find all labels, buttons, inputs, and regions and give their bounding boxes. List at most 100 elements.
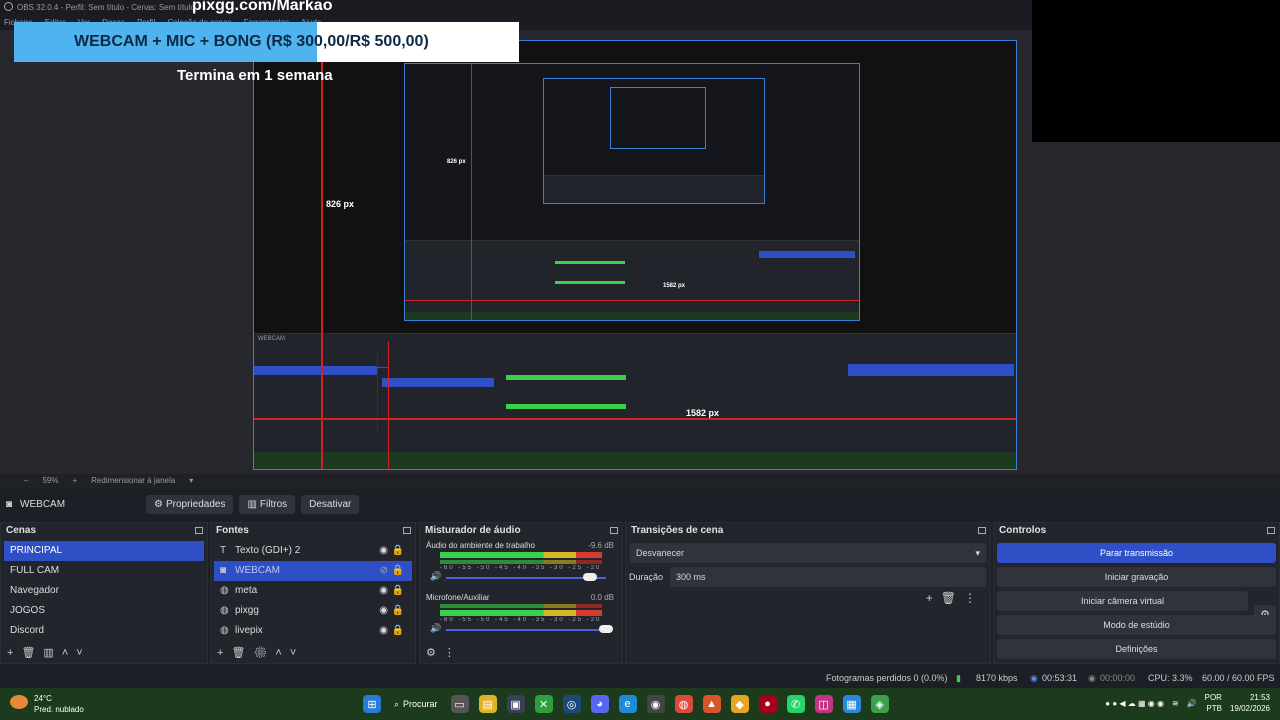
volume-slider[interactable]: 🔊 [426,623,616,635]
volume-knob[interactable] [583,573,597,581]
filter-icon[interactable]: ▥ [43,647,61,659]
app-icon[interactable]: ▦ [842,695,861,713]
whatsapp-icon[interactable]: ✆ [786,695,805,713]
trash-icon[interactable]: 🗑 [231,647,253,659]
eye-icon[interactable]: ◉ [379,621,388,641]
lock-icon[interactable]: 🔒 [392,541,404,561]
obs-icon[interactable]: ◉ [646,695,665,713]
lock-icon[interactable]: 🔒 [392,581,404,601]
chevron-up-icon[interactable]: ˄ [62,647,76,659]
volume-track[interactable] [446,577,606,579]
brave-icon[interactable]: ▲ [702,695,721,713]
start-virtual-camera-button[interactable]: Iniciar câmera virtual [997,591,1248,611]
controls-dock: Controlos Parar transmissão Iniciar grav… [993,522,1280,664]
more-icon[interactable]: ⋮ [444,647,463,659]
store-icon[interactable]: ▣ [506,695,525,713]
speaker-icon[interactable]: 🔊 [430,571,441,582]
zoom-plus[interactable]: + [72,476,77,485]
undock-icon[interactable] [978,527,986,534]
eye-hidden-icon[interactable]: ⊘ [380,561,388,581]
file-explorer-icon[interactable]: ▤ [478,695,497,713]
preview-canvas[interactable]: 826 px 1582 px WEBCAM 1582 px 826 px [253,40,1017,470]
deactivate-button[interactable]: Desativar [301,494,360,514]
globe-icon: ◍ [220,625,229,636]
lock-icon[interactable]: 🔒 [392,601,404,621]
weather-widget[interactable]: 24°C Pred. nublado [10,693,84,715]
scene-item[interactable]: Navegador [4,581,204,601]
speaker-icon[interactable]: 🔊 [430,623,441,634]
volume-slider[interactable]: 🔊 [426,571,616,583]
language-indicator[interactable]: POR PTB [1205,692,1222,714]
lock-icon[interactable]: 🔒 [392,561,404,581]
task-view-icon[interactable]: ▭ [450,695,469,713]
text-icon: T [220,545,227,556]
volume-knob[interactable] [599,625,613,633]
wifi-icon[interactable]: ≋ [1172,699,1179,708]
lock-icon[interactable]: 🔒 [392,621,404,641]
undock-icon[interactable] [195,527,203,534]
eye-icon[interactable]: ◉ [379,581,388,601]
studio-mode-button[interactable]: Modo de estúdio [997,615,1276,635]
chevron-down-icon[interactable]: ˅ [76,647,90,659]
steam-icon[interactable]: ◎ [562,695,581,713]
trash-icon[interactable]: 🗑 [941,591,964,605]
filters-button[interactable]: ▥ Filtros [239,494,296,514]
source-item[interactable]: ◍ livepix ◉ 🔒 [214,621,412,641]
add-icon[interactable]: + [7,647,21,659]
discord-icon[interactable]: ◕ [590,695,609,713]
scale-mode-select[interactable]: Redimensionar à janela [91,476,175,485]
app-icon[interactable]: ● [758,695,777,713]
chrome-icon[interactable]: ◍ [674,695,693,713]
source-item[interactable]: ◙ WEBCAM ⊘ 🔒 [214,561,412,581]
source-toolbar: ◙ WEBCAM ⚙ Propriedades ▥ Filtros Desativa… [0,492,1280,516]
globe-icon: ◍ [220,605,229,616]
duration-input[interactable]: 300 ms [670,567,986,587]
eye-icon[interactable]: ◉ [379,541,388,561]
zoom-level: 59% [42,476,59,485]
gear-icon[interactable]: ⚙ [426,647,444,659]
chevron-down-icon[interactable]: ˅ [290,647,304,659]
signal-icon: ▮ [956,673,961,683]
tray-icons[interactable]: ● ● ◀ ☁ ▦ ◉ ◉ [1105,699,1164,708]
channel-db: 0.0 dB [590,593,614,602]
source-item[interactable]: ◍ meta ◉ 🔒 [214,581,412,601]
scene-item[interactable]: FULL CAM [4,561,204,581]
stop-streaming-button[interactable]: Parar transmissão [997,543,1276,563]
channel-name: Microfone/Auxiliar [426,593,490,602]
zoom-minus[interactable]: – [24,476,28,485]
undock-icon[interactable] [1267,527,1275,534]
undock-icon[interactable] [403,527,411,534]
chevron-down-icon[interactable]: ▾ [189,476,193,485]
start-recording-button[interactable]: Iniciar gravação [997,567,1276,587]
scene-item[interactable]: PRINCIPAL [4,541,204,561]
edge-icon[interactable]: e [618,695,637,713]
volume-icon[interactable]: 🔊 [1187,699,1197,708]
taskbar-search[interactable]: ⌕ Procurar [386,699,446,710]
add-icon[interactable]: + [926,591,941,605]
record-time: 00:00:00 [1100,673,1136,683]
scene-item[interactable]: Discord [4,621,204,641]
add-icon[interactable]: + [217,647,231,659]
instagram-icon[interactable]: ◫ [814,695,833,713]
overlay-url: pixgg.com/Markao [192,0,333,14]
undock-icon[interactable] [610,527,618,534]
windows-start-icon[interactable]: ⊞ [363,695,381,713]
properties-button[interactable]: ⚙ Propriedades [146,494,234,514]
volume-track[interactable] [446,629,606,631]
source-item[interactable]: T Texto (GDI+) 2 ◉ 🔒 [214,541,412,561]
xbox-icon[interactable]: ✕ [534,695,553,713]
eye-icon[interactable]: ◉ [379,601,388,621]
transition-select[interactable]: Desvanecer ▾ [630,543,986,563]
app-icon[interactable]: ◈ [870,695,889,713]
chevron-up-icon[interactable]: ˄ [275,647,289,659]
scene-item[interactable]: JOGOS [4,601,204,621]
guide-line [254,367,388,368]
more-icon[interactable]: ⋮ [964,591,984,605]
app-icon[interactable]: ◆ [730,695,749,713]
clock[interactable]: 21:53 19/02/2026 [1230,692,1270,714]
trash-icon[interactable]: 🗑 [21,647,43,659]
globe-icon: ◍ [220,585,229,596]
settings-button[interactable]: Definições [997,639,1276,659]
source-item[interactable]: ◍ pixgg ◉ 🔒 [214,601,412,621]
gear-icon[interactable]: ⚙ [253,647,275,659]
